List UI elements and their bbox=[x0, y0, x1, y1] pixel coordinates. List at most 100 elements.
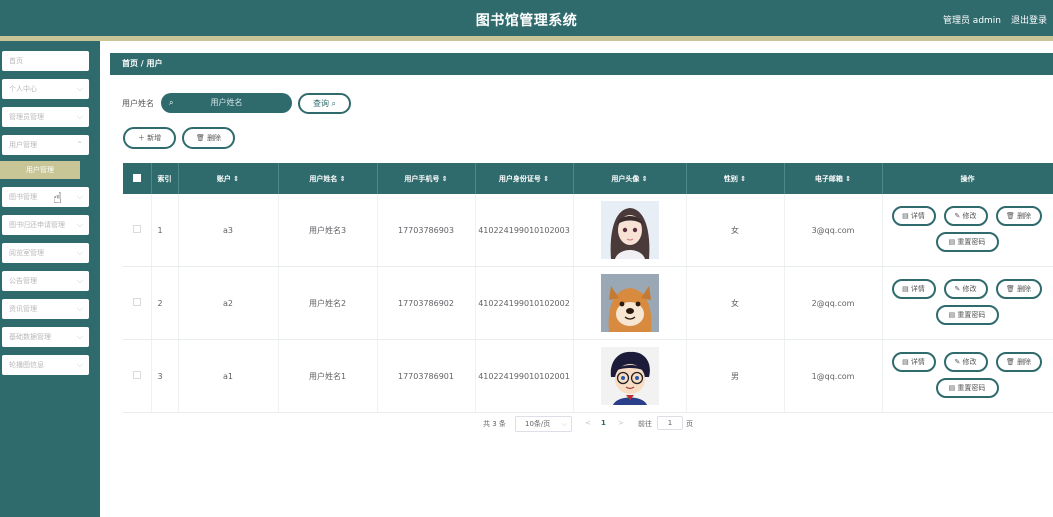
search-label: 用户姓名 bbox=[122, 99, 154, 108]
cell-email: 2@qq.com bbox=[784, 266, 883, 340]
sidebar-item-base-data[interactable]: 基础数据管理 ⌵ bbox=[2, 327, 89, 347]
col-gender[interactable]: 性别 ⇕ bbox=[686, 163, 785, 194]
search-icon: ⌕ bbox=[169, 98, 174, 107]
cell-gender: 男 bbox=[686, 339, 785, 413]
sidebar-item-label: 个人中心 bbox=[9, 85, 37, 93]
sidebar-item-label: 阅览室管理 bbox=[9, 249, 44, 257]
cell-name: 用户姓名2 bbox=[278, 266, 378, 340]
sidebar-item-label: 用户管理 bbox=[9, 141, 37, 149]
search-icon: ⌕ bbox=[331, 99, 337, 108]
page-number-current[interactable]: 1 bbox=[601, 419, 606, 427]
sidebar-item-label: 公告管理 bbox=[9, 277, 37, 285]
chevron-down-icon: ⌵ bbox=[76, 276, 83, 285]
chevron-down-icon: ⌵ bbox=[76, 304, 83, 313]
delete-button[interactable]: 🗑 删除 bbox=[995, 206, 1042, 226]
detail-button-label: 详情 bbox=[910, 358, 925, 366]
add-button-label: 新增 bbox=[147, 134, 162, 142]
edit-button-label: 修改 bbox=[962, 212, 977, 220]
chevron-down-icon: ⌵ bbox=[76, 220, 83, 229]
sidebar-item-notices[interactable]: 公告管理 ⌵ bbox=[2, 271, 89, 291]
bulk-delete-button[interactable]: 🗑 删除 bbox=[182, 127, 235, 149]
edit-button[interactable]: ✎ 修改 bbox=[943, 279, 988, 299]
page-size-select[interactable]: 10条/页 ⌵ bbox=[515, 416, 572, 432]
next-page-button[interactable]: > bbox=[618, 419, 624, 427]
anime-boy-avatar bbox=[600, 347, 659, 405]
sidebar-item-books[interactable]: 图书管理 ⌵ bbox=[2, 187, 89, 207]
sidebar-item-label: 基础数据管理 bbox=[9, 333, 51, 341]
add-button[interactable]: ＋ 新增 bbox=[123, 127, 176, 149]
row-checkbox[interactable] bbox=[123, 339, 152, 413]
cell-phone: 17703786901 bbox=[377, 339, 476, 413]
sidebar-item-home[interactable]: 首页 bbox=[2, 51, 89, 71]
pagination-total: 共 3 条 bbox=[483, 420, 506, 428]
cell-gender: 女 bbox=[686, 266, 785, 340]
cell-avatar bbox=[573, 194, 687, 267]
cell-avatar bbox=[573, 339, 687, 413]
sidebar-item-users[interactable]: 用户管理 ⌃ bbox=[2, 135, 89, 155]
hand-cursor-icon: ☝ bbox=[53, 189, 63, 207]
document-icon: ▤ bbox=[948, 384, 956, 392]
sidebar-item-reading-room[interactable]: 阅览室管理 ⌵ bbox=[2, 243, 89, 263]
reset-password-button-label: 重置密码 bbox=[957, 311, 986, 319]
chevron-up-icon: ⌃ bbox=[76, 140, 83, 149]
col-name[interactable]: 用户姓名 ⇕ bbox=[278, 163, 378, 194]
top-navbar: 图书馆管理系统 管理员 admin 退出登录 bbox=[0, 0, 1053, 36]
reset-password-button[interactable]: ▤ 重置密码 bbox=[935, 232, 999, 252]
search-input[interactable]: ⌕ 用户姓名 bbox=[161, 93, 292, 113]
breadcrumb: 首页 / 用户 bbox=[110, 53, 1053, 75]
query-button[interactable]: 查询 ⌕ bbox=[298, 93, 351, 114]
detail-button[interactable]: ▤ 详情 bbox=[891, 352, 936, 372]
sidebar-item-label: 管理员管理 bbox=[9, 113, 44, 121]
reset-password-button-label: 重置密码 bbox=[957, 238, 986, 246]
col-account[interactable]: 账户 ⇕ bbox=[178, 163, 279, 194]
col-avatar[interactable]: 用户头像 ⇕ bbox=[573, 163, 687, 194]
trash-icon: 🗑 bbox=[1005, 212, 1015, 220]
trash-icon: 🗑 bbox=[1005, 358, 1015, 366]
col-phone[interactable]: 用户手机号 ⇕ bbox=[377, 163, 476, 194]
cell-id-card: 410224199010102001 bbox=[475, 339, 574, 413]
detail-button[interactable]: ▤ 详情 bbox=[891, 206, 936, 226]
cell-name: 用户姓名1 bbox=[278, 339, 378, 413]
shiba-dog-avatar bbox=[600, 274, 659, 332]
cell-email: 1@qq.com bbox=[784, 339, 883, 413]
cell-id-card: 410224199010102003 bbox=[475, 194, 574, 267]
cell-account: a3 bbox=[178, 194, 279, 267]
sidebar-item-news[interactable]: 资讯管理 ⌵ bbox=[2, 299, 89, 319]
delete-button[interactable]: 🗑 删除 bbox=[995, 352, 1042, 372]
reset-password-button[interactable]: ▤ 重置密码 bbox=[935, 305, 999, 325]
detail-button[interactable]: ▤ 详情 bbox=[891, 279, 936, 299]
logout-link[interactable]: 退出登录 bbox=[1011, 13, 1047, 26]
sidebar-item-book-return[interactable]: 图书归还申请管理 ⌵ bbox=[2, 215, 89, 235]
table-row: 2 a2 用户姓名2 17703786902 41022419901010200… bbox=[123, 266, 1053, 340]
sidebar-subitem-user-management[interactable]: 用户管理 bbox=[0, 161, 80, 179]
cell-avatar bbox=[573, 266, 687, 340]
cell-account: a1 bbox=[178, 339, 279, 413]
col-id-card[interactable]: 用户身份证号 ⇕ bbox=[475, 163, 574, 194]
row-checkbox[interactable] bbox=[123, 266, 152, 340]
reset-password-button[interactable]: ▤ 重置密码 bbox=[935, 378, 999, 398]
document-icon: ▤ bbox=[902, 358, 909, 366]
document-icon: ▤ bbox=[948, 311, 956, 319]
sidebar-item-admin[interactable]: 管理员管理 ⌵ bbox=[2, 107, 89, 127]
delete-button[interactable]: 🗑 删除 bbox=[995, 279, 1042, 299]
delete-button-label: 删除 bbox=[1017, 212, 1032, 220]
sidebar-item-carousel[interactable]: 轮播图信息 ⌵ bbox=[2, 355, 89, 375]
goto-page-input[interactable]: 1 bbox=[657, 416, 683, 430]
cell-gender: 女 bbox=[686, 194, 785, 267]
document-icon: ▤ bbox=[948, 238, 956, 246]
delete-button-label: 删除 bbox=[1017, 358, 1032, 366]
col-email[interactable]: 电子邮箱 ⇕ bbox=[784, 163, 883, 194]
cell-phone: 17703786903 bbox=[377, 194, 476, 267]
prev-page-button[interactable]: < bbox=[585, 419, 591, 427]
col-index: 索引 bbox=[151, 163, 179, 194]
sidebar-item-profile[interactable]: 个人中心 ⌵ bbox=[2, 79, 89, 99]
row-checkbox[interactable] bbox=[123, 194, 152, 267]
delete-button-label: 删除 bbox=[1017, 285, 1032, 293]
detail-button-label: 详情 bbox=[910, 212, 925, 220]
chevron-down-icon: ⌵ bbox=[76, 332, 83, 341]
cell-account: a2 bbox=[178, 266, 279, 340]
select-all-checkbox[interactable] bbox=[123, 163, 152, 194]
edit-button[interactable]: ✎ 修改 bbox=[943, 352, 988, 372]
edit-button[interactable]: ✎ 修改 bbox=[943, 206, 988, 226]
goto-label: 前往 bbox=[638, 420, 652, 428]
